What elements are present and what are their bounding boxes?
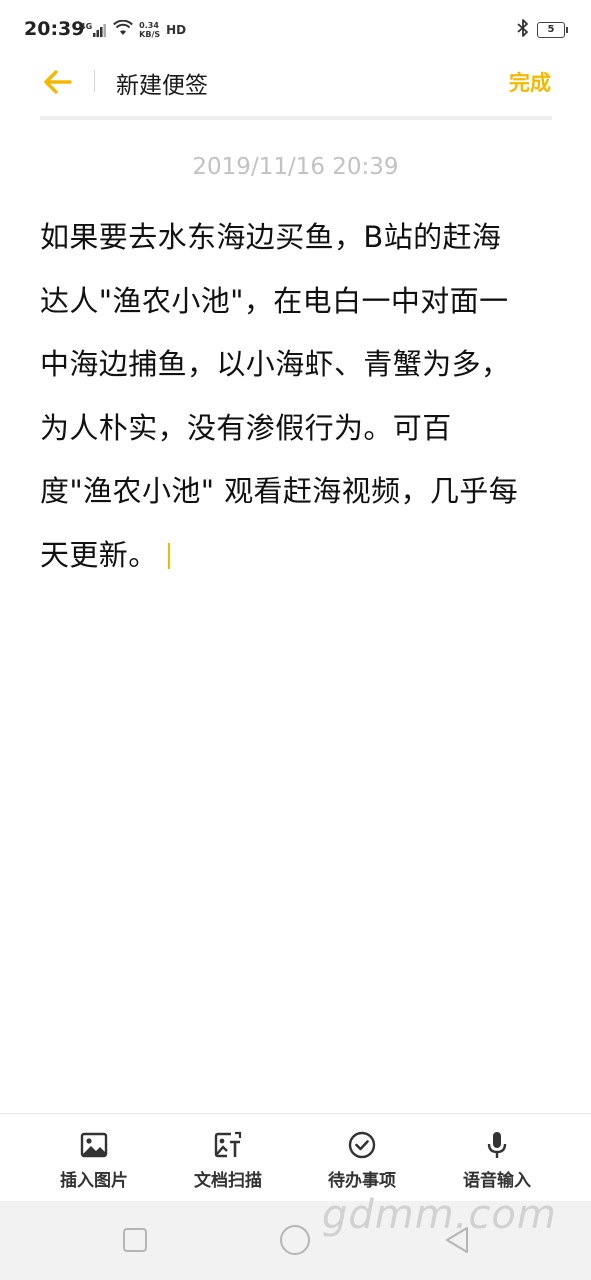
insert-image-label: 插入图片: [60, 1171, 128, 1191]
note-line: 为人朴实，没有渗假行为。可百: [40, 410, 452, 445]
note-line: 度"渔农小池" 观看赶海视频，几乎每: [40, 474, 519, 508]
todo-label: 待办事项: [328, 1171, 396, 1191]
voice-input-label: 语音输入: [463, 1171, 531, 1191]
status-icons-right: 5: [517, 19, 568, 41]
recent-apps-button[interactable]: [110, 1217, 160, 1263]
header-divider-line: [40, 116, 552, 120]
hd-call-indicator: HD: [166, 23, 187, 37]
circle-icon: [280, 1225, 310, 1255]
bottom-toolbar: 插入图片 文档扫描 待办事项 语音输入: [0, 1113, 591, 1202]
note-last-line: 天更新。: [40, 524, 552, 588]
text-caret: [167, 542, 170, 569]
done-button[interactable]: 完成: [509, 67, 551, 97]
scan-document-icon: [214, 1131, 242, 1158]
check-circle-icon: [348, 1131, 376, 1159]
note-line: 达人"渔农小池"，在电白一中对面一: [40, 283, 509, 318]
doc-scan-label: 文档扫描: [194, 1171, 262, 1191]
network-type-label: 4G: [80, 22, 93, 31]
cellular-signal-icon: 4G: [80, 23, 107, 37]
voice-input-button[interactable]: 语音输入: [432, 1130, 562, 1191]
page-title: 新建便签: [116, 73, 208, 99]
image-icon: [80, 1132, 108, 1158]
status-bar: 20:39 4G 0.34 KB/S HD 5: [0, 0, 591, 60]
note-line: 中海边捕鱼，以小海虾、青蟹为多，: [40, 347, 511, 381]
bluetooth-icon: [517, 19, 529, 41]
note-timestamp: 2019/11/16 20:39: [192, 154, 399, 180]
insert-image-button[interactable]: 插入图片: [29, 1130, 159, 1191]
network-speed-value: 0.34: [139, 21, 159, 30]
arrow-left-icon: [44, 70, 72, 94]
note-text-area[interactable]: 如果要去水东海边买鱼，B站的赶海 达人"渔农小池"，在电白一中对面一 中海边捕鱼…: [40, 206, 552, 587]
home-button[interactable]: [270, 1215, 320, 1265]
note-editor-header: 新建便签 完成: [0, 60, 591, 104]
battery-icon: 5: [537, 22, 568, 38]
status-icons-left: 4G 0.34 KB/S HD: [80, 18, 186, 42]
status-time: 20:39: [24, 18, 85, 40]
doc-scan-button[interactable]: 文档扫描: [163, 1130, 293, 1191]
wifi-icon: [113, 19, 134, 40]
square-icon: [123, 1228, 147, 1252]
header-divider: [94, 70, 95, 92]
watermark-logo: gdmm.com: [322, 1192, 557, 1238]
todo-button[interactable]: 待办事项: [297, 1130, 427, 1191]
network-speed: 0.34 KB/S: [139, 21, 160, 39]
back-button[interactable]: [38, 64, 78, 100]
note-line: 天更新。: [40, 537, 158, 572]
note-line: 如果要去水东海边买鱼，B站的赶海: [40, 220, 502, 254]
network-speed-unit: KB/S: [139, 30, 161, 39]
microphone-icon: [487, 1132, 507, 1158]
